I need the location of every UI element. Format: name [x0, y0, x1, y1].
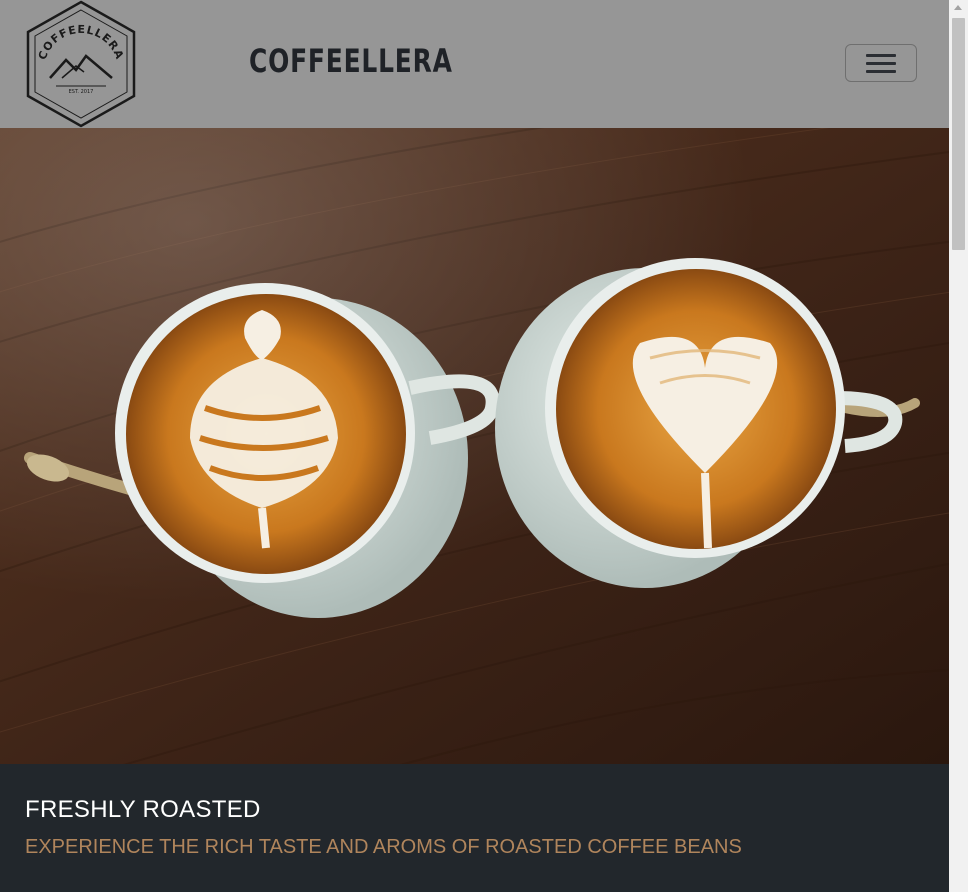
hamburger-icon [866, 62, 896, 65]
logo-text: COFFEELLERA [36, 23, 126, 62]
brand-logo[interactable]: COFFEELLERA EST. 2017 [22, 0, 140, 128]
scrollbar-thumb[interactable] [952, 18, 965, 250]
scroll-up-arrow-icon[interactable] [954, 5, 962, 10]
navbar: COFFEELLERA EST. 2017 COFFEELLERA [0, 0, 949, 128]
hero-caption: FRESHLY ROASTED EXPERIENCE THE RICH TAST… [0, 764, 949, 892]
hero-image [0, 128, 949, 764]
caption-title: FRESHLY ROASTED [25, 796, 261, 823]
vertical-scrollbar[interactable] [949, 0, 968, 892]
hamburger-icon [866, 54, 896, 57]
caption-subtitle: EXPERIENCE THE RICH TASTE AND AROMS OF R… [25, 836, 742, 858]
svg-text:COFFEELLERA: COFFEELLERA [36, 23, 127, 62]
logo-badge-icon: COFFEELLERA EST. 2017 [26, 0, 136, 128]
navbar-toggler-button[interactable] [845, 44, 917, 82]
hamburger-icon [866, 70, 896, 73]
logo-est: EST. 2017 [69, 89, 94, 95]
brand-name[interactable]: COFFEELLERA [249, 42, 453, 80]
page: COFFEELLERA EST. 2017 COFFEELLERA FRESHL… [0, 0, 949, 892]
